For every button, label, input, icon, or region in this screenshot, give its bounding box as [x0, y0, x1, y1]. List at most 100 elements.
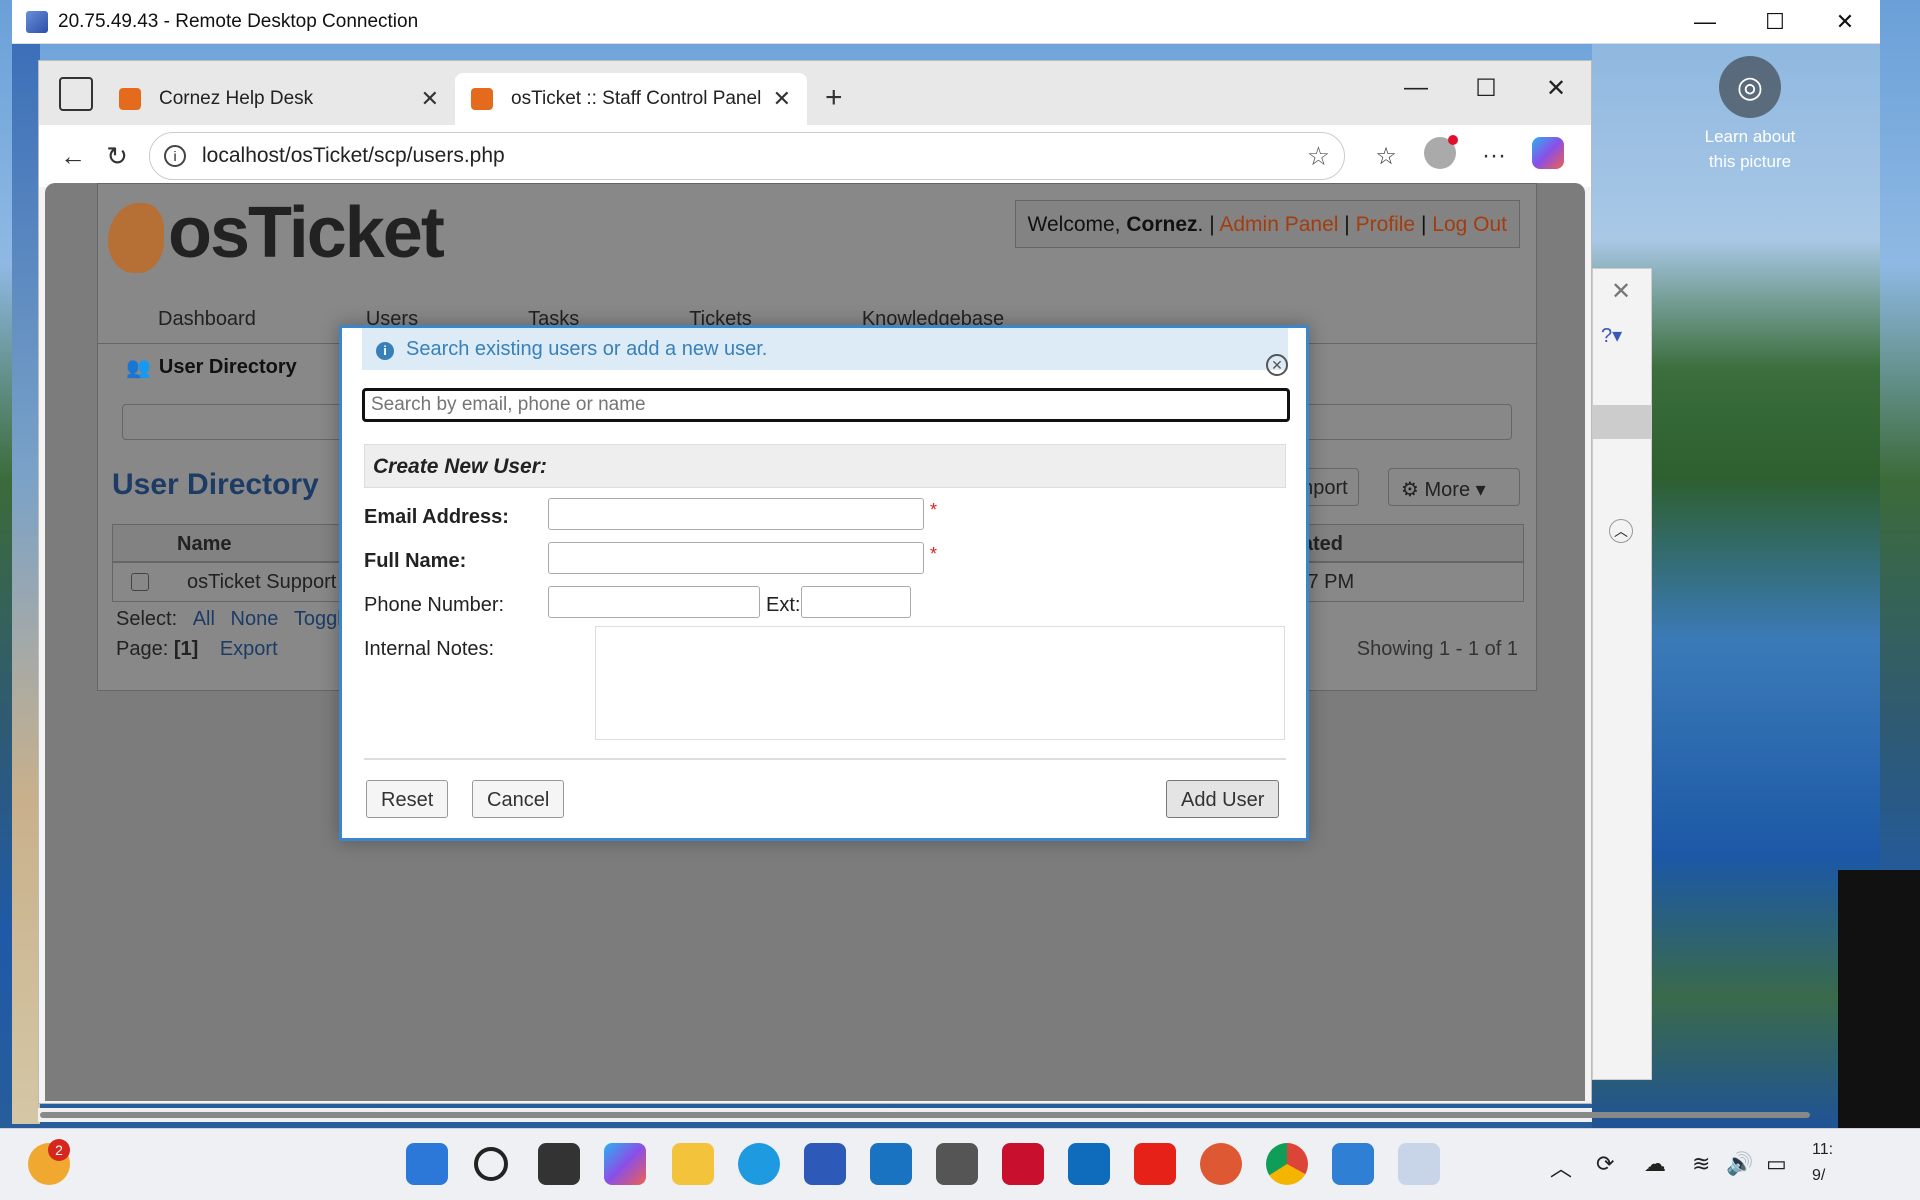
phone-field[interactable]: [548, 586, 760, 618]
file-explorer-icon[interactable]: [672, 1143, 714, 1185]
tab-label: Cornez Help Desk: [159, 88, 314, 109]
start-icon[interactable]: [406, 1143, 448, 1185]
remote-desktop-taskbar-icon[interactable]: [1398, 1143, 1440, 1185]
remote-desktop-icon: [26, 10, 48, 33]
nav-dashboard[interactable]: Dashboard: [158, 308, 256, 331]
chevron-up-icon[interactable]: ︿: [1550, 1151, 1572, 1183]
row-checkbox[interactable]: [131, 573, 149, 591]
task-view-icon[interactable]: [538, 1143, 580, 1185]
info-icon: i: [376, 342, 394, 360]
select-none-link[interactable]: None: [231, 608, 279, 630]
required-mark: *: [930, 544, 938, 564]
profile-avatar[interactable]: [1413, 134, 1467, 176]
subnav-user-directory[interactable]: User Directory: [159, 356, 297, 379]
remote-desktop-left-strip: [12, 44, 40, 1124]
learn-about-picture-label: Learn about this picture: [1704, 127, 1796, 171]
email-label: Email Address:: [364, 506, 509, 528]
chrome-icon[interactable]: [1266, 1143, 1308, 1185]
camera-icon[interactable]: [936, 1143, 978, 1185]
dark-panel: [1838, 870, 1920, 1140]
ext-label: Ext:: [766, 594, 801, 616]
fullname-label: Full Name:: [364, 550, 467, 572]
rdp-maximize-button[interactable]: ☐: [1740, 9, 1810, 35]
tab-cornez-help-desk[interactable]: Cornez Help Desk ✕: [103, 73, 455, 125]
url-text: localhost/osTicket/scp/users.php: [202, 144, 505, 167]
favorite-star-icon[interactable]: ☆: [1307, 141, 1330, 172]
chevron-up-icon[interactable]: ︿: [1609, 519, 1633, 543]
back-icon[interactable]: ←: [51, 141, 95, 172]
tab-close-icon[interactable]: ✕: [421, 86, 439, 112]
learn-about-picture[interactable]: ◎ Learn about this picture: [1690, 56, 1810, 174]
info-banner: i Search existing users or add a new user…: [362, 328, 1288, 370]
close-icon[interactable]: ✕: [1611, 277, 1631, 306]
browser-close-button[interactable]: ✕: [1521, 74, 1591, 103]
edge-icon[interactable]: [738, 1143, 780, 1185]
page-viewport: osTicket Welcome, Cornez. | Admin Panel …: [45, 183, 1585, 1101]
taskbar: 2 ︿ ⟳ ☁ ≋ 🔊 ▭ 11: 9/: [0, 1128, 1920, 1200]
search-icon[interactable]: [474, 1147, 508, 1181]
outlook-icon[interactable]: [1068, 1143, 1110, 1185]
battery-icon[interactable]: ▭: [1766, 1151, 1787, 1177]
workspaces-icon[interactable]: [59, 77, 93, 111]
notification-badge: 2: [48, 1139, 70, 1161]
store-icon[interactable]: [804, 1143, 846, 1185]
ext-field[interactable]: [801, 586, 911, 618]
new-tab-button[interactable]: +: [825, 81, 843, 115]
username: Cornez: [1126, 213, 1198, 236]
reset-button[interactable]: Reset: [366, 780, 449, 818]
logout-link[interactable]: Log Out: [1432, 213, 1507, 236]
cancel-button[interactable]: Cancel: [472, 780, 565, 818]
welcome-bar: Welcome, Cornez. | Admin Panel | Profile…: [1014, 200, 1520, 248]
phone-label: Phone Number:: [364, 594, 505, 616]
volume-icon[interactable]: 🔊: [1726, 1151, 1753, 1177]
favorites-icon[interactable]: ☆: [1359, 142, 1413, 171]
add-user-dialog: i Search existing users or add a new user…: [339, 325, 1309, 841]
wifi-icon[interactable]: ≋: [1692, 1151, 1710, 1177]
rdp-minimize-button[interactable]: —: [1670, 9, 1740, 35]
selected-row: [1593, 405, 1651, 439]
cloud-icon[interactable]: ☁: [1644, 1151, 1666, 1177]
required-mark: *: [930, 500, 938, 520]
scrollbar-thumb[interactable]: [40, 1112, 1810, 1118]
pagination: Page: [1] Export: [116, 638, 278, 660]
select-all-link[interactable]: All: [193, 608, 215, 630]
clock-date[interactable]: 9/: [1812, 1167, 1825, 1185]
row-user-name[interactable]: osTicket Support: [187, 571, 336, 593]
dell-icon[interactable]: [870, 1143, 912, 1185]
admin-panel-link[interactable]: Admin Panel: [1219, 213, 1338, 236]
rdp-title-bar: 20.75.49.43 - Remote Desktop Connection …: [12, 0, 1880, 44]
clock-time[interactable]: 11:: [1812, 1141, 1833, 1159]
notes-textarea[interactable]: [595, 626, 1285, 740]
sync-icon[interactable]: ⟳: [1596, 1151, 1614, 1177]
browser-minimize-button[interactable]: —: [1381, 74, 1451, 103]
browser-maximize-button[interactable]: ☐: [1451, 74, 1521, 103]
help-icon[interactable]: ?▾: [1601, 323, 1622, 348]
tab-strip: Cornez Help Desk ✕ osTicket :: Staff Con…: [39, 61, 1591, 125]
email-field[interactable]: [548, 498, 924, 530]
more-menu-icon[interactable]: ···: [1467, 142, 1521, 170]
fullname-field[interactable]: [548, 542, 924, 574]
browser-window: Cornez Help Desk ✕ osTicket :: Staff Con…: [38, 60, 1592, 1104]
copilot-icon[interactable]: [1521, 136, 1575, 176]
mcafee-icon[interactable]: [1002, 1143, 1044, 1185]
copilot-icon[interactable]: [604, 1143, 646, 1185]
gear-icon: ⚙: [1401, 479, 1425, 501]
address-bar[interactable]: i localhost/osTicket/scp/users.php ☆: [149, 132, 1345, 180]
duckduckgo-icon[interactable]: [1200, 1143, 1242, 1185]
refresh-icon[interactable]: ↻: [95, 141, 139, 172]
osticket-logo[interactable]: osTicket: [108, 192, 445, 274]
profile-link[interactable]: Profile: [1356, 213, 1416, 236]
user-search-input[interactable]: [362, 388, 1290, 422]
close-icon[interactable]: ✕: [1266, 354, 1288, 376]
export-link[interactable]: Export: [220, 638, 278, 660]
col-name[interactable]: Name: [177, 533, 231, 555]
add-user-button[interactable]: Add User: [1166, 780, 1280, 818]
tab-close-icon[interactable]: ✕: [773, 86, 791, 112]
youtube-icon[interactable]: [1134, 1143, 1176, 1185]
horizontal-scrollbar[interactable]: [38, 1108, 1810, 1122]
info-icon[interactable]: i: [164, 145, 186, 167]
more-button[interactable]: ⚙ More ▾: [1388, 468, 1520, 506]
notepad-icon[interactable]: [1332, 1143, 1374, 1185]
rdp-close-button[interactable]: ✕: [1810, 9, 1880, 35]
tab-staff-control-panel[interactable]: osTicket :: Staff Control Panel ✕: [455, 73, 807, 125]
